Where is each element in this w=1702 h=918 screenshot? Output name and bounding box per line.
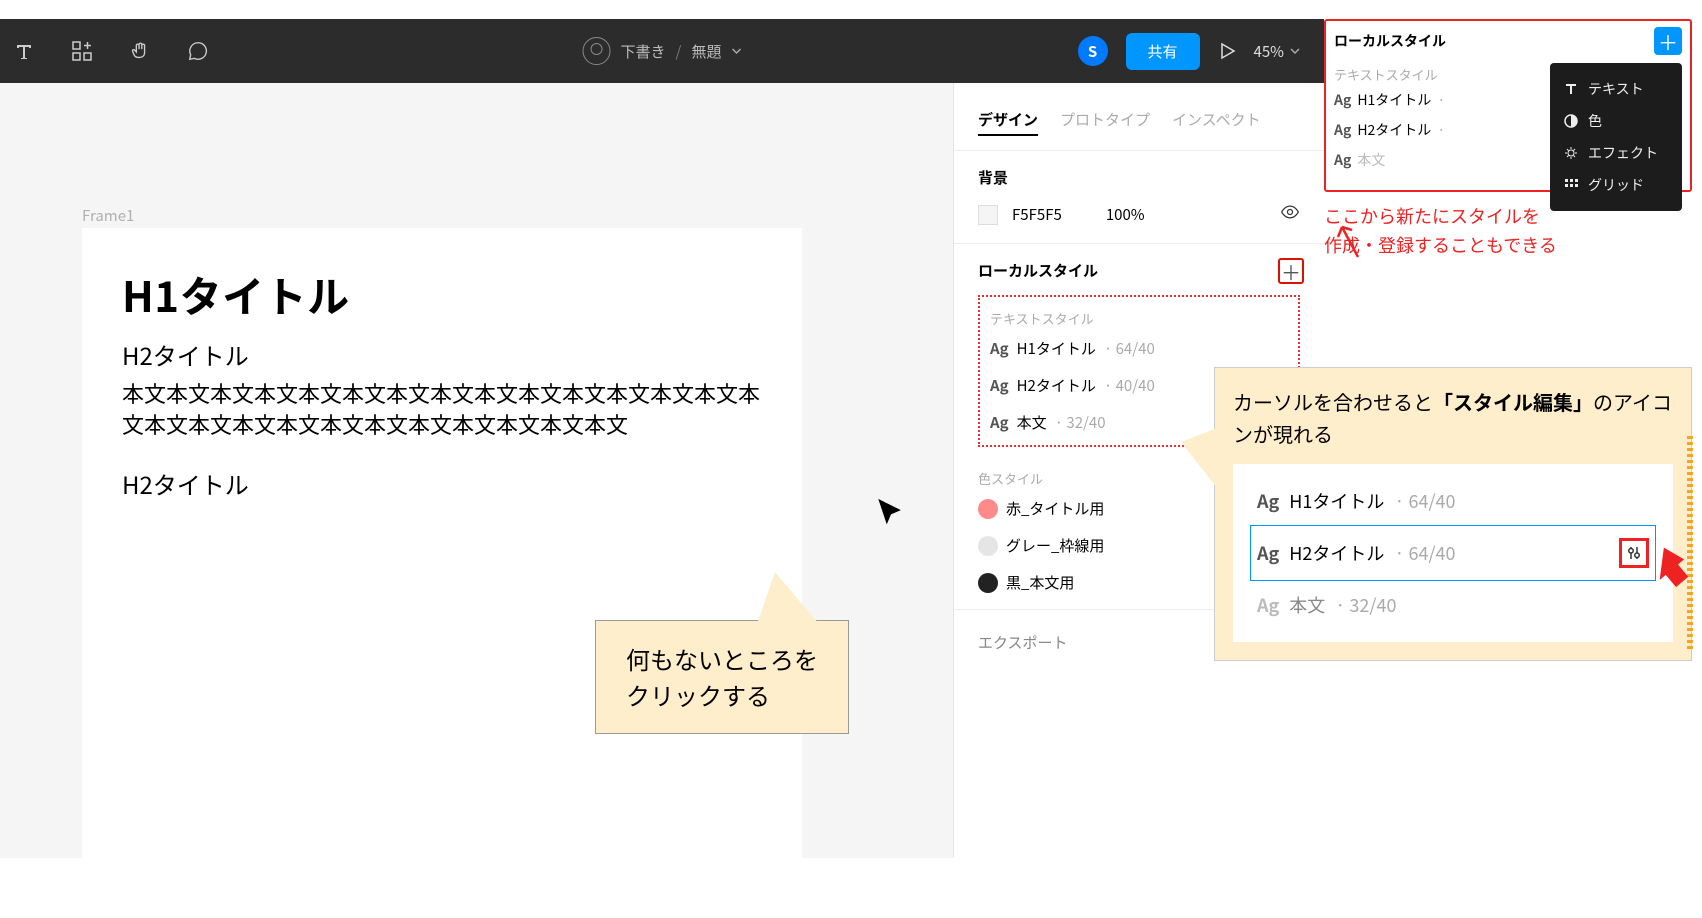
popover-title: ローカルスタイル <box>1334 31 1446 51</box>
ag-icon: Ag <box>990 412 1009 433</box>
background-section: 背景 F5F5F5 100% <box>954 150 1324 243</box>
add-style-plus-button[interactable]: ＋ <box>1654 27 1682 55</box>
body-text[interactable]: 本文本文本文本文本文本文本文本文本文本文本文本文本文本文本文本文本文本文本文本文… <box>122 378 762 440</box>
color-dot-red <box>978 499 998 519</box>
callout2-text: カーソルを合わせると「スタイル編集」のアイコンが現れる <box>1233 386 1673 450</box>
add-style-button[interactable]: ＋ <box>1278 258 1304 284</box>
user-badge[interactable]: S <box>1078 36 1108 66</box>
bg-swatch[interactable] <box>978 205 998 225</box>
hand-tool-icon[interactable] <box>124 35 156 67</box>
tab-design[interactable]: デザイン <box>978 109 1038 136</box>
bg-title: 背景 <box>978 167 1300 188</box>
title-separator: / <box>676 41 682 62</box>
h1-text[interactable]: H1タイトル <box>122 264 762 325</box>
chevron-down-icon <box>1290 46 1300 56</box>
red-arrow-icon <box>1328 221 1368 261</box>
add-component-icon[interactable] <box>66 35 98 67</box>
menu-item-grid[interactable]: グリッド <box>1564 169 1668 201</box>
doc-title[interactable]: 無題 <box>691 41 721 62</box>
tab-prototype[interactable]: プロトタイプ <box>1060 109 1150 136</box>
text-tool-icon[interactable] <box>8 35 40 67</box>
panel-tabs: デザイン プロトタイプ インスペクト <box>954 83 1324 150</box>
bg-opacity[interactable]: 100% <box>1106 204 1145 225</box>
text-styles-label: テキストスタイル <box>990 309 1288 328</box>
share-button[interactable]: 共有 <box>1126 33 1200 70</box>
hover-row-body[interactable]: Ag本文· 32/40 <box>1251 580 1655 630</box>
top-toolbar: 下書き / 無題 S 共有 45% <box>0 19 1324 83</box>
h2-text[interactable]: H2タイトル <box>122 337 762 372</box>
canvas[interactable]: Frame1 H1タイトル H2タイトル 本文本文本文本文本文本文本文本文本文本… <box>0 83 953 858</box>
menu-item-text[interactable]: テキスト <box>1564 73 1668 105</box>
hover-row-h1[interactable]: AgH1タイトル· 64/40 <box>1251 476 1655 526</box>
color-dot-black <box>978 573 998 593</box>
color-dot-grey <box>978 536 998 556</box>
popover-region: ローカルスタイル ＋ テキストスタイル AgH1タイトル· AgH2タイトル· … <box>1324 19 1692 260</box>
owner-avatar-icon[interactable] <box>583 37 611 65</box>
zoom-dropdown[interactable]: 45% <box>1254 41 1300 62</box>
play-icon[interactable] <box>1218 42 1236 60</box>
hover-style-list: AgH1タイトル· 64/40 AgH2タイトル· 64/40 Ag本文· 32… <box>1233 464 1673 642</box>
decorative-stripe <box>1687 436 1693 650</box>
bg-hex[interactable]: F5F5F5 <box>1012 204 1062 225</box>
callout-hover-edit: カーソルを合わせると「スタイル編集」のアイコンが現れる AgH1タイトル· 64… <box>1214 367 1692 661</box>
red-pointer-arrow-icon <box>1640 546 1688 594</box>
frame-label[interactable]: Frame1 <box>82 205 134 226</box>
h2-text-2[interactable]: H2タイトル <box>122 466 762 501</box>
local-styles-title: ローカルスタイル <box>978 260 1300 281</box>
tab-inspect[interactable]: インスペクト <box>1172 109 1261 136</box>
hover-row-h2[interactable]: AgH2タイトル· 64/40 <box>1251 526 1655 580</box>
menu-item-color[interactable]: 色 <box>1564 105 1668 137</box>
visibility-icon[interactable] <box>1280 202 1300 227</box>
chevron-down-icon[interactable] <box>731 46 741 56</box>
local-styles-popover: ローカルスタイル ＋ テキストスタイル AgH1タイトル· AgH2タイトル· … <box>1324 19 1692 192</box>
ag-icon: Ag <box>990 375 1009 396</box>
style-row-h1[interactable]: Ag H1タイトル · 64/40 <box>990 338 1288 359</box>
style-type-menu: テキスト 色 エフェクト グリッド <box>1550 63 1682 211</box>
draft-label[interactable]: 下書き <box>621 41 666 62</box>
ag-icon: Ag <box>990 338 1009 359</box>
comment-icon[interactable] <box>182 35 214 67</box>
callout-click-empty: 何もないところを クリックする <box>595 620 849 734</box>
menu-item-effect[interactable]: エフェクト <box>1564 137 1668 169</box>
frame[interactable]: H1タイトル H2タイトル 本文本文本文本文本文本文本文本文本文本文本文本文本文… <box>82 228 802 918</box>
cursor-arrow-icon <box>874 496 908 530</box>
